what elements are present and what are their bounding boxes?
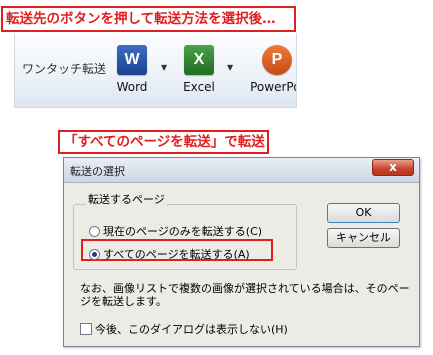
word-icon: W bbox=[117, 45, 147, 75]
checkbox-icon[interactable] bbox=[80, 323, 92, 335]
radio-current-page[interactable]: 現在のページのみを転送する(C) bbox=[89, 223, 262, 239]
radio-icon[interactable] bbox=[89, 226, 100, 237]
ribbon-toolbar: ワンタッチ転送 W Word ▼ X Excel ▼ P PowerPoi bbox=[14, 33, 297, 108]
close-icon: x bbox=[389, 160, 397, 174]
powerpoint-label: PowerPoi bbox=[250, 80, 296, 94]
callout-step1: 転送先のボタンを押して転送方法を選択後… bbox=[1, 6, 296, 32]
pages-group-label: 転送するページ bbox=[86, 191, 167, 207]
excel-label: Excel bbox=[183, 80, 215, 94]
radio-label-all: すべてのページを転送する(A) bbox=[103, 248, 250, 261]
excel-icon: X bbox=[184, 45, 214, 75]
powerpoint-button[interactable]: P PowerPoi bbox=[237, 45, 296, 94]
transfer-dialog: 転送の選択 x 転送するページ 現在のページのみを転送する(C) すべてのページ… bbox=[63, 157, 420, 347]
close-button[interactable]: x bbox=[372, 159, 414, 176]
dont-show-checkbox[interactable]: 今後、このダイアログは表示しない(H) bbox=[80, 321, 288, 337]
cancel-button[interactable]: キャンセル bbox=[327, 228, 400, 248]
excel-button[interactable]: X Excel bbox=[175, 45, 223, 94]
radio-all-pages[interactable]: すべてのページを転送する(A) bbox=[89, 246, 250, 262]
radio-label-current: 現在のページのみを転送する(C) bbox=[103, 225, 263, 238]
ribbon-group-label: ワンタッチ転送 bbox=[22, 62, 107, 76]
powerpoint-icon: P bbox=[262, 45, 292, 75]
excel-dropdown-icon[interactable]: ▼ bbox=[227, 63, 233, 72]
dialog-note: なお、画像リストで複数の画像が選択されている場合は、そのページを転送します。 bbox=[80, 282, 410, 308]
word-label: Word bbox=[116, 80, 148, 94]
dialog-titlebar[interactable]: 転送の選択 x bbox=[64, 158, 419, 183]
dialog-title: 転送の選択 bbox=[70, 165, 125, 178]
radio-selected-icon[interactable] bbox=[89, 249, 100, 260]
checkbox-label: 今後、このダイアログは表示しない(H) bbox=[95, 323, 288, 336]
word-dropdown-icon[interactable]: ▼ bbox=[161, 63, 167, 72]
callout-step2: 「すべてのページを転送」で転送 bbox=[58, 130, 269, 154]
ok-button[interactable]: OK bbox=[327, 203, 400, 223]
word-button[interactable]: W Word bbox=[108, 45, 156, 94]
